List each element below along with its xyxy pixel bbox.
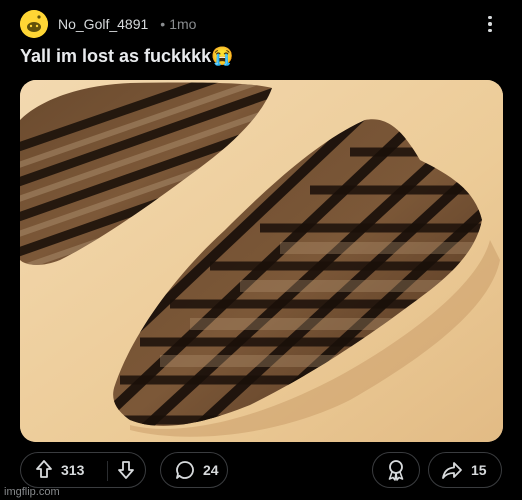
post-title[interactable]: Yall im lost as fuckkkk😭 bbox=[20, 46, 234, 67]
award-button[interactable] bbox=[372, 452, 420, 488]
share-arrow-icon bbox=[442, 462, 462, 479]
user-avatar-icon[interactable] bbox=[20, 10, 48, 38]
post-image[interactable] bbox=[20, 80, 503, 442]
grilled-steak-illustration bbox=[20, 80, 503, 442]
post-header: No_Golf_4891 • 1mo bbox=[20, 10, 502, 38]
award-icon bbox=[388, 460, 404, 481]
share-count: 15 bbox=[471, 462, 487, 478]
post-actions-bar: 313 24 15 bbox=[20, 452, 502, 490]
comments-button[interactable]: 24 bbox=[160, 452, 228, 488]
comment-bubble-icon bbox=[176, 461, 194, 479]
upvote-button[interactable] bbox=[35, 459, 53, 482]
post-timestamp: 1mo bbox=[169, 16, 197, 32]
arrow-down-icon bbox=[118, 461, 134, 479]
comment-count: 24 bbox=[203, 462, 219, 478]
username-link[interactable]: No_Golf_4891 bbox=[58, 16, 148, 32]
downvote-button[interactable] bbox=[117, 460, 135, 483]
arrow-up-icon bbox=[36, 459, 52, 478]
upvote-count: 313 bbox=[61, 462, 85, 478]
meta-separator: • bbox=[160, 16, 166, 32]
more-options-icon[interactable] bbox=[478, 12, 502, 36]
vote-divider bbox=[107, 461, 108, 481]
imgflip-watermark: imgflip.com bbox=[4, 486, 60, 498]
vote-control: 313 bbox=[20, 452, 146, 488]
share-button[interactable]: 15 bbox=[428, 452, 502, 488]
